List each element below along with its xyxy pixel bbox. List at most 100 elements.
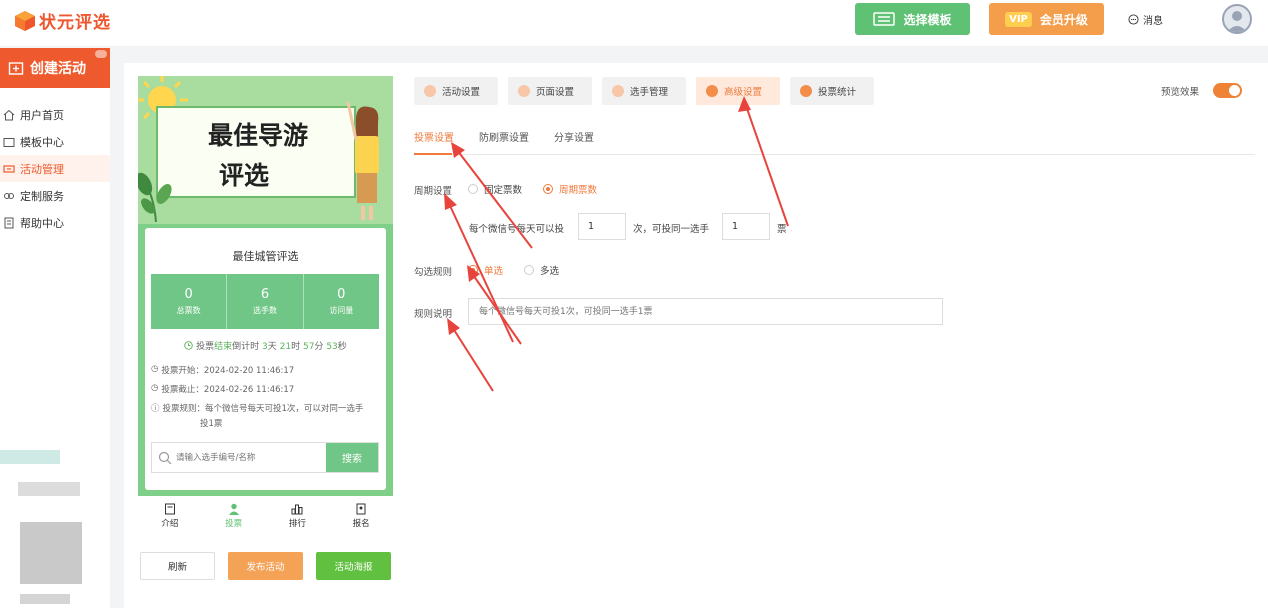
tab-signup[interactable]: 报名 bbox=[329, 499, 393, 533]
radio-single-choice[interactable]: 单选 bbox=[468, 263, 503, 277]
countdown-prefix: 投票 bbox=[196, 342, 215, 352]
tab-player-management[interactable]: 选手管理 bbox=[602, 77, 686, 105]
signup-icon bbox=[356, 503, 366, 515]
sidebar-item-label: 模板中心 bbox=[20, 135, 64, 149]
players-icon bbox=[612, 85, 624, 97]
radio-label: 周期票数 bbox=[559, 185, 598, 196]
vip-upgrade-button[interactable]: VIP 会员升级 bbox=[989, 3, 1104, 35]
stat-value: 0 bbox=[184, 287, 193, 302]
select-template-button[interactable]: 选择模板 bbox=[855, 3, 970, 35]
preview-tabbar: 介绍 投票 排行 报名 bbox=[138, 499, 393, 533]
subtab-vote-settings[interactable]: 投票设置 bbox=[414, 129, 454, 144]
sidebar-item-templates[interactable]: 模板中心 bbox=[0, 128, 110, 155]
radio-circle bbox=[468, 265, 478, 275]
countdown-seconds: 53 bbox=[326, 342, 338, 352]
tab-label: 选手管理 bbox=[630, 87, 669, 98]
vote-rule-row: ⓘ 投票规则：每个微信号每天可投1次，可以对同一选手 bbox=[151, 402, 363, 414]
page-icon bbox=[518, 85, 530, 97]
activity-banner: 最佳导游 评选 bbox=[138, 76, 393, 224]
search-button[interactable]: 搜索 bbox=[326, 443, 378, 472]
ticket-icon bbox=[3, 164, 15, 173]
subtab-anti-fraud[interactable]: 防刷票设置 bbox=[479, 129, 529, 144]
banner-board: 最佳导游 评选 bbox=[156, 106, 356, 198]
blurred-qr-area bbox=[0, 450, 60, 464]
radio-circle bbox=[543, 184, 553, 194]
vote-start-info: ◷ 投票开始：2024-02-20 11:46:17 bbox=[151, 364, 294, 376]
tab-vote[interactable]: 投票 bbox=[202, 499, 266, 533]
sidebar: 创建活动 用户首页 模板中心 活动管理 定制服务 帮助中心 bbox=[0, 48, 110, 608]
publish-activity-button[interactable]: 发布活动 bbox=[228, 552, 303, 580]
vote-countdown: 投票结束倒计时 3天 21时 57分 53秒 bbox=[145, 339, 386, 352]
radio-fixed-votes[interactable]: 固定票数 bbox=[468, 182, 522, 196]
player-search-input[interactable] bbox=[172, 443, 326, 472]
activity-title: 最佳城管评选 bbox=[232, 250, 299, 263]
stat-label: 选手数 bbox=[252, 306, 277, 315]
vote-rule-info: ⓘ 投票规则：每个微信号每天可投1次，可以对同一选手 投1票 bbox=[151, 402, 363, 429]
preview-effect-label: 预览效果 bbox=[1161, 87, 1200, 98]
per-day-count-input[interactable] bbox=[578, 213, 626, 240]
per-day-prefix: 每个微信号每天可以投 bbox=[469, 224, 565, 235]
tab-label: 投票统计 bbox=[818, 87, 857, 98]
sidebar-item-activity-management[interactable]: 活动管理 bbox=[0, 155, 110, 182]
refresh-button[interactable]: 刷新 bbox=[140, 552, 215, 580]
subtab-share-settings[interactable]: 分享设置 bbox=[554, 129, 594, 144]
subtab-active-indicator bbox=[414, 153, 452, 155]
logo-text: 状元评选 bbox=[39, 13, 111, 33]
stat-visits: 0 访问量 bbox=[304, 274, 379, 329]
countdown-minutes-unit: 分 bbox=[314, 342, 324, 352]
folder-icon bbox=[3, 137, 15, 147]
stat-label: 访问量 bbox=[329, 306, 354, 315]
tab-advanced-settings[interactable]: 高级设置 bbox=[696, 77, 780, 105]
home-icon bbox=[3, 109, 15, 120]
rule-description-input[interactable] bbox=[468, 298, 943, 325]
statistics-icon bbox=[800, 85, 812, 97]
vote-end-text: 投票截止：2024-02-26 11:46:17 bbox=[161, 385, 295, 395]
vip-badge: VIP bbox=[1005, 11, 1032, 27]
tab-label: 页面设置 bbox=[536, 87, 575, 98]
preview-effect-toggle[interactable] bbox=[1213, 83, 1242, 98]
countdown-hours: 21 bbox=[279, 342, 292, 352]
stat-value: 6 bbox=[260, 287, 270, 302]
countdown-status: 结束 bbox=[214, 342, 233, 352]
tab-intro[interactable]: 介绍 bbox=[138, 499, 202, 533]
create-badge bbox=[95, 50, 107, 58]
logo[interactable]: 状元评选 bbox=[14, 8, 111, 33]
tab-label: 报名 bbox=[352, 519, 370, 529]
template-icon bbox=[873, 12, 896, 26]
player-search: 搜索 bbox=[151, 442, 379, 473]
messages-label: 消息 bbox=[1143, 16, 1163, 27]
user-icon bbox=[228, 503, 239, 515]
same-player-count-input[interactable] bbox=[722, 213, 770, 240]
chat-bubble-icon bbox=[1128, 14, 1139, 25]
sidebar-item-custom-service[interactable]: 定制服务 bbox=[0, 182, 110, 209]
tour-guide-illustration-icon bbox=[346, 101, 379, 220]
sidebar-item-help[interactable]: 帮助中心 bbox=[0, 209, 110, 236]
info-circle-icon: ◷ bbox=[151, 364, 159, 374]
tab-vote-statistics[interactable]: 投票统计 bbox=[790, 77, 874, 105]
sidebar-item-label: 用户首页 bbox=[20, 108, 64, 122]
messages-link[interactable]: 消息 bbox=[1128, 12, 1163, 27]
vote-start-text: 投票开始：2024-02-20 11:46:17 bbox=[161, 366, 295, 376]
tab-label: 排行 bbox=[288, 519, 306, 529]
logo-box-icon bbox=[15, 10, 35, 31]
blurred-qr-area bbox=[18, 482, 80, 496]
create-activity-button[interactable]: 创建活动 bbox=[0, 48, 110, 88]
radio-cycle-votes[interactable]: 周期票数 bbox=[543, 182, 597, 196]
tab-label: 介绍 bbox=[161, 519, 179, 529]
add-box-icon bbox=[8, 62, 24, 75]
activity-poster-button[interactable]: 活动海报 bbox=[316, 552, 391, 580]
banner-title-line1: 最佳导游 bbox=[207, 121, 308, 150]
create-activity-label: 创建活动 bbox=[30, 61, 86, 77]
radio-circle bbox=[468, 184, 478, 194]
tab-page-settings[interactable]: 页面设置 bbox=[508, 77, 592, 105]
stat-players: 6 选手数 bbox=[227, 274, 304, 329]
tab-rank[interactable]: 排行 bbox=[266, 499, 330, 533]
sidebar-item-label: 活动管理 bbox=[20, 162, 64, 176]
stat-value: 0 bbox=[337, 287, 346, 302]
tab-activity-settings[interactable]: 活动设置 bbox=[414, 77, 498, 105]
advanced-icon bbox=[706, 85, 718, 97]
radio-circle bbox=[524, 265, 534, 275]
user-avatar[interactable] bbox=[1222, 4, 1252, 34]
radio-multi-choice[interactable]: 多选 bbox=[524, 263, 559, 277]
sidebar-item-home[interactable]: 用户首页 bbox=[0, 101, 110, 128]
